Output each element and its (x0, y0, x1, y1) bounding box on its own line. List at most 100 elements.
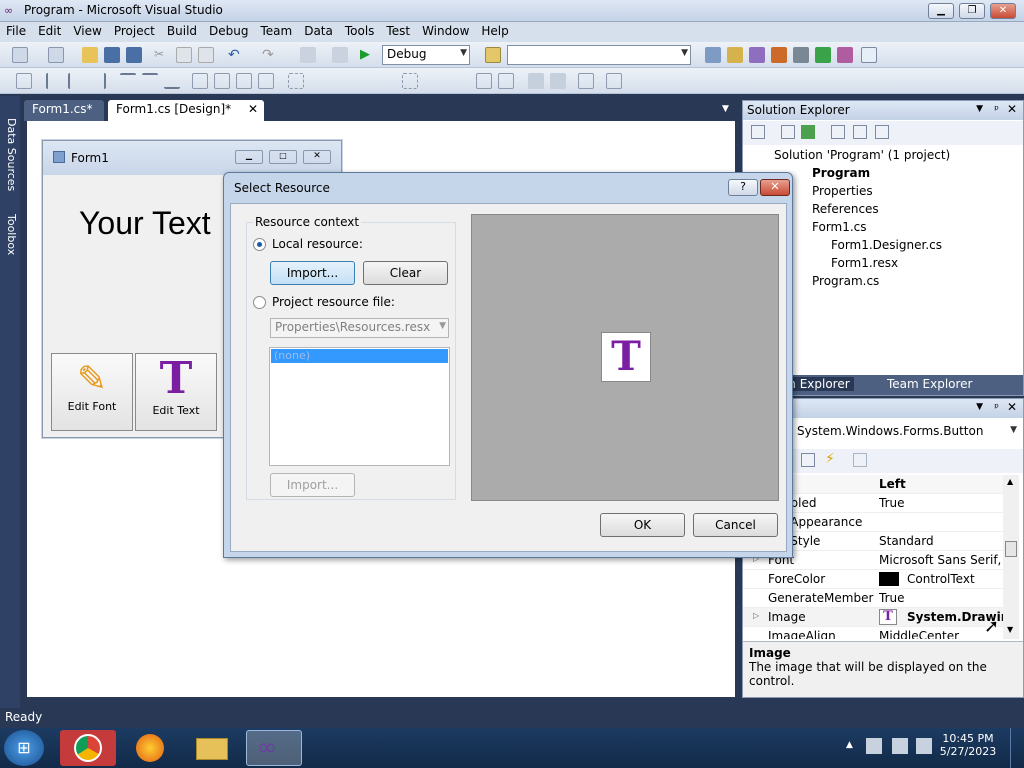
menu-debug[interactable]: Debug (203, 22, 254, 40)
chrome-taskbar-button[interactable] (60, 730, 116, 766)
object-browser-icon[interactable] (749, 47, 765, 63)
tree-item-solution[interactable]: Solution 'Program' (1 project) (774, 148, 950, 162)
clear-button[interactable]: Clear (363, 261, 448, 285)
view-designer-icon[interactable] (853, 125, 867, 139)
show-desktop-button[interactable] (1010, 728, 1024, 768)
menu-help[interactable]: Help (475, 22, 514, 40)
property-value[interactable]: True (879, 591, 905, 605)
make-same-width-icon[interactable] (192, 73, 208, 89)
property-value[interactable]: Left (879, 477, 906, 491)
horizontal-spacing-icon[interactable] (288, 73, 304, 89)
property-value[interactable]: ControlText (879, 572, 975, 586)
pin-icon[interactable]: ᵖ (994, 401, 999, 414)
find-in-files-icon[interactable] (485, 47, 501, 63)
tab-order-icon[interactable] (578, 73, 594, 89)
firefox-taskbar-button[interactable] (122, 730, 178, 766)
property-value[interactable]: True (879, 496, 905, 510)
tools-icon[interactable] (793, 47, 809, 63)
start-debugging-icon[interactable]: ▶ (360, 47, 376, 63)
property-value[interactable]: MiddleCenter (879, 629, 959, 639)
property-value[interactable]: Standard (879, 534, 934, 548)
form1-maximize-icon[interactable]: □ (269, 150, 297, 164)
ok-button[interactable]: OK (600, 513, 685, 537)
tree-item-form1-designer[interactable]: Form1.Designer.cs (831, 238, 942, 252)
undo-icon[interactable]: ↶ (228, 47, 244, 63)
copy-icon[interactable] (176, 47, 192, 63)
property-row[interactable]: ForeColor ControlText (743, 570, 1003, 589)
property-scrollbar[interactable]: ▲ ▼ (1003, 475, 1019, 639)
menu-build[interactable]: Build (161, 22, 203, 40)
property-value[interactable]: Microsoft Sans Serif, 8... (879, 553, 1005, 567)
dialog-close-button[interactable]: ✕ (760, 179, 790, 196)
align-to-grid-icon[interactable] (16, 73, 32, 89)
visual-studio-taskbar-button[interactable]: ∞ (246, 730, 302, 766)
properties-window-icon[interactable] (727, 47, 743, 63)
tree-item-references[interactable]: References (812, 202, 879, 216)
pin-icon[interactable]: ᵖ (994, 103, 999, 116)
align-centers-icon[interactable] (68, 73, 84, 89)
toolbox-icon[interactable] (771, 47, 787, 63)
import-button[interactable]: Import... (270, 261, 355, 285)
menu-edit[interactable]: Edit (32, 22, 67, 40)
menu-window[interactable]: Window (416, 22, 475, 40)
toolbox-tab[interactable]: Toolbox (2, 214, 18, 255)
start-page-icon[interactable] (837, 47, 853, 63)
class-diagram-icon[interactable] (875, 125, 889, 139)
view-code-icon[interactable] (831, 125, 845, 139)
tab-team-explorer[interactable]: Team Explorer (887, 377, 973, 391)
edit-text-button[interactable]: T Edit Text (135, 353, 217, 431)
panel-dropdown-icon[interactable]: ▼ (976, 104, 983, 114)
tree-item-form1[interactable]: Form1.cs (812, 220, 867, 234)
resource-list[interactable]: (none) (269, 347, 450, 466)
help-button[interactable]: ? (728, 179, 758, 196)
tab-form1-design[interactable]: Form1.cs [Design]* ✕ (108, 100, 264, 121)
clock[interactable]: 10:45 PM 5/27/2023 (938, 732, 998, 758)
minimize-button[interactable]: ▁ (928, 3, 954, 19)
solution-configuration-combo[interactable]: Debug ▼ (382, 45, 470, 65)
align-lefts-icon[interactable] (46, 73, 62, 89)
refresh-icon[interactable] (801, 125, 815, 139)
command-window-icon[interactable] (861, 47, 877, 63)
cancel-button[interactable]: Cancel (693, 513, 778, 537)
tree-item-properties[interactable]: Properties (812, 184, 873, 198)
import-project-button[interactable]: Import... (270, 473, 355, 497)
start-button[interactable]: ⊞ (4, 730, 44, 766)
align-tops-icon[interactable] (120, 73, 136, 89)
close-tab-icon[interactable]: ✕ (248, 102, 258, 116)
navigate-forward-icon[interactable] (332, 47, 348, 63)
open-file-icon[interactable] (82, 47, 98, 63)
paste-icon[interactable] (198, 47, 214, 63)
solution-explorer-icon[interactable] (705, 47, 721, 63)
align-middles-icon[interactable] (142, 73, 158, 89)
size-to-grid-icon[interactable] (258, 73, 274, 89)
extension-manager-icon[interactable] (815, 47, 831, 63)
menu-view[interactable]: View (67, 22, 107, 40)
properties-icon[interactable] (751, 125, 765, 139)
property-row[interactable]: T▷ImageSystem.Drawing. (743, 608, 1005, 627)
scroll-down-icon[interactable]: ▼ (1007, 625, 1013, 634)
events-icon[interactable]: ⚡ (825, 451, 835, 467)
scroll-thumb[interactable] (1005, 541, 1017, 557)
tree-item-program[interactable]: Program.cs (812, 274, 879, 288)
form1-minimize-icon[interactable]: ▁ (235, 150, 263, 164)
your-text-label[interactable]: Your Text (79, 205, 211, 242)
bring-to-front-icon[interactable] (528, 73, 544, 89)
save-icon[interactable] (104, 47, 120, 63)
vertical-spacing-icon[interactable] (402, 73, 418, 89)
cut-icon[interactable]: ✂ (154, 47, 170, 63)
volume-icon[interactable] (916, 738, 932, 754)
add-item-icon[interactable] (48, 47, 64, 63)
menu-file[interactable]: File (0, 22, 32, 40)
property-pages-icon[interactable] (853, 453, 867, 467)
center-vertically-icon[interactable] (498, 73, 514, 89)
local-resource-radio[interactable] (253, 238, 266, 251)
close-panel-icon[interactable]: ✕ (1007, 102, 1017, 116)
center-horizontally-icon[interactable] (476, 73, 492, 89)
tab-overflow-icon[interactable]: ▼ (722, 104, 729, 114)
form1-close-icon[interactable]: ✕ (303, 150, 331, 164)
lock-controls-icon[interactable] (606, 73, 622, 89)
panel-dropdown-icon[interactable]: ▼ (976, 402, 983, 412)
close-panel-icon[interactable]: ✕ (1007, 400, 1017, 414)
menu-tools[interactable]: Tools (339, 22, 381, 40)
property-row[interactable]: GenerateMember True (743, 589, 1003, 608)
